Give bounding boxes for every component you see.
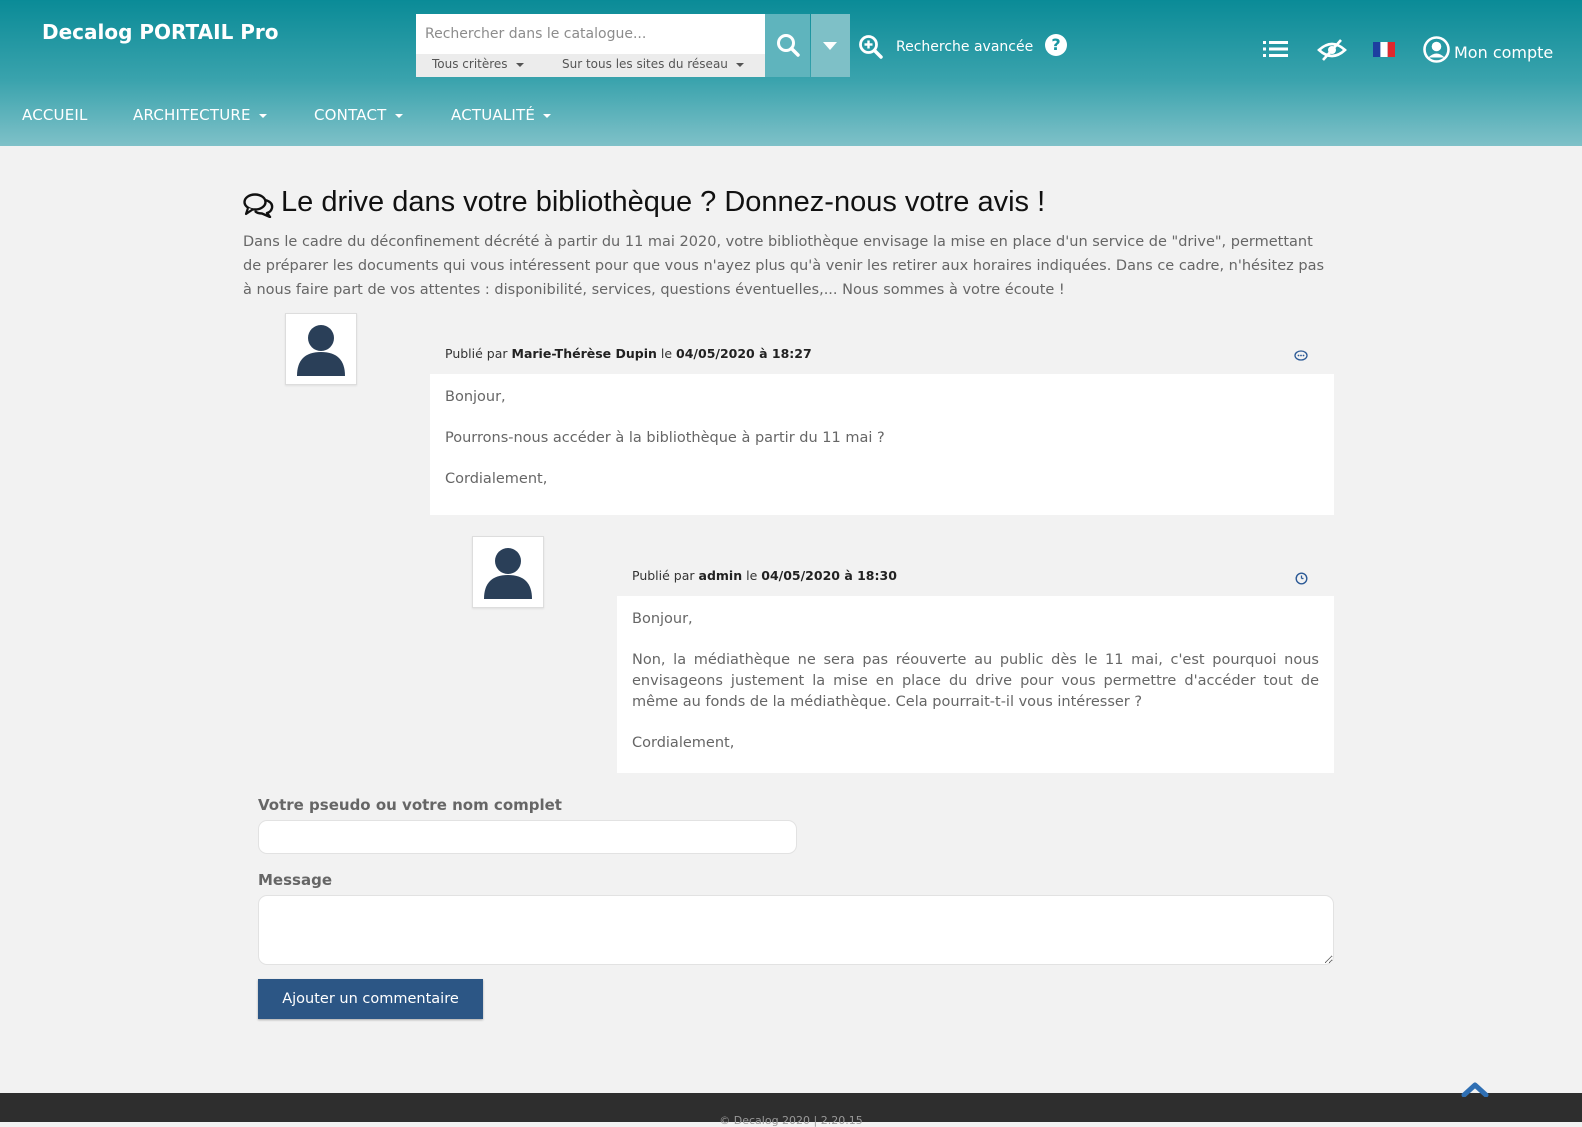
criteria-label: Tous critères xyxy=(432,57,508,71)
post-paragraph: Pourrons-nous accéder à la bibliothèque … xyxy=(445,430,885,446)
post-paragraph: Non, la médiathèque ne sera pas réouvert… xyxy=(632,652,1319,710)
post-meta: Publié par Marie-Thérèse Dupin le 04/05/… xyxy=(445,346,812,361)
post-author[interactable]: admin xyxy=(699,568,743,583)
name-field[interactable] xyxy=(258,820,797,854)
nav-item-label: ARCHITECTURE xyxy=(133,106,251,124)
post-date-prefix: le xyxy=(660,346,673,361)
add-comment-button[interactable]: Ajouter un commentaire xyxy=(258,979,483,1019)
site-footer: © Decalog 2020 | 2.20.15 xyxy=(0,1093,1582,1127)
topic-intro: Dans le cadre du déconfinement décrété à… xyxy=(243,234,1325,298)
zoom-in-icon xyxy=(859,35,883,59)
caret-down-icon xyxy=(823,42,837,50)
accessibility-eye-icon[interactable] xyxy=(1317,38,1347,62)
post-prefix: Publié par xyxy=(445,346,508,361)
nav-item-contact[interactable]: CONTACT xyxy=(314,106,403,124)
site-header: Decalog PORTAIL Pro Tous critères Sur to… xyxy=(0,0,1582,146)
comment-post: Publié par Marie-Thérèse Dupin le 04/05/… xyxy=(430,333,1334,515)
nav-item-label: CONTACT xyxy=(314,106,387,124)
search-options-toggle[interactable] xyxy=(811,14,850,77)
post-paragraph: Cordialement, xyxy=(632,735,735,751)
criteria-dropdown[interactable]: Tous critères xyxy=(432,57,524,71)
nav-item-actualite[interactable]: ACTUALITÉ xyxy=(451,106,552,124)
post-body: Bonjour, Non, la médiathèque ne sera pas… xyxy=(632,609,1319,774)
chevron-down-icon xyxy=(394,113,403,118)
nav-item-architecture[interactable]: ARCHITECTURE xyxy=(133,106,267,124)
site-logo[interactable]: Decalog PORTAIL Pro xyxy=(42,20,279,44)
post-paragraph: Bonjour, xyxy=(632,611,693,627)
footer-copyright: © Decalog 2020 | 2.20.15 xyxy=(719,1114,863,1127)
nav-item-label: ACTUALITÉ xyxy=(451,106,536,124)
comment-post: Publié par admin le 04/05/2020 à 18:30 B… xyxy=(617,555,1334,773)
avatar xyxy=(472,536,544,608)
back-to-top-icon[interactable] xyxy=(1461,1081,1489,1097)
name-field-label: Votre pseudo ou votre nom complet xyxy=(258,796,562,814)
chevron-down-icon xyxy=(258,113,267,118)
chevron-down-icon xyxy=(515,62,524,67)
search-button[interactable] xyxy=(765,14,810,77)
comments-icon xyxy=(243,193,274,218)
post-date: 04/05/2020 à 18:27 xyxy=(676,346,812,361)
chevron-down-icon xyxy=(735,62,744,67)
post-header: Publié par Marie-Thérèse Dupin le 04/05/… xyxy=(430,333,1334,374)
scope-label: Sur tous les sites du réseau xyxy=(562,57,728,71)
advanced-search-label: Recherche avancée xyxy=(896,39,1034,55)
post-paragraph: Bonjour, xyxy=(445,389,506,405)
post-header: Publié par admin le 04/05/2020 à 18:30 xyxy=(617,555,1334,596)
post-date-prefix: le xyxy=(746,568,758,583)
clock-icon[interactable] xyxy=(1295,572,1308,585)
nav-item-accueil[interactable]: ACCUEIL xyxy=(22,106,88,124)
account-label: Mon compte xyxy=(1454,43,1554,62)
search-options: Tous critères Sur tous les sites du rése… xyxy=(416,54,765,77)
nav-item-label: ACCUEIL xyxy=(22,106,88,124)
message-field-label: Message xyxy=(258,871,332,889)
scope-dropdown[interactable]: Sur tous les sites du réseau xyxy=(562,57,744,71)
post-meta: Publié par admin le 04/05/2020 à 18:30 xyxy=(632,568,897,583)
post-prefix: Publié par xyxy=(632,568,695,583)
post-author[interactable]: Marie-Thérèse Dupin xyxy=(512,346,657,361)
post-body: Bonjour, Pourrons-nous accéder à la bibl… xyxy=(445,387,1319,510)
page-title-text: Le drive dans votre bibliothèque ? Donne… xyxy=(281,186,1046,218)
list-icon[interactable] xyxy=(1263,39,1289,59)
post-date: 04/05/2020 à 18:30 xyxy=(761,568,897,583)
search-input[interactable] xyxy=(416,14,765,54)
user-avatar-icon xyxy=(484,548,532,599)
user-circle-icon xyxy=(1423,36,1450,63)
reply-icon[interactable] xyxy=(1294,350,1308,362)
search-icon xyxy=(777,34,800,57)
user-avatar-icon xyxy=(297,325,345,376)
message-field[interactable] xyxy=(258,895,1334,965)
search-box: Tous critères Sur tous les sites du rése… xyxy=(416,14,765,77)
french-flag-icon[interactable] xyxy=(1373,42,1395,57)
avatar xyxy=(285,313,357,385)
post-paragraph: Cordialement, xyxy=(445,471,548,487)
chevron-down-icon xyxy=(543,113,552,118)
help-icon[interactable]: ? xyxy=(1045,34,1067,56)
page-title: Le drive dans votre bibliothèque ? Donne… xyxy=(243,186,1045,219)
